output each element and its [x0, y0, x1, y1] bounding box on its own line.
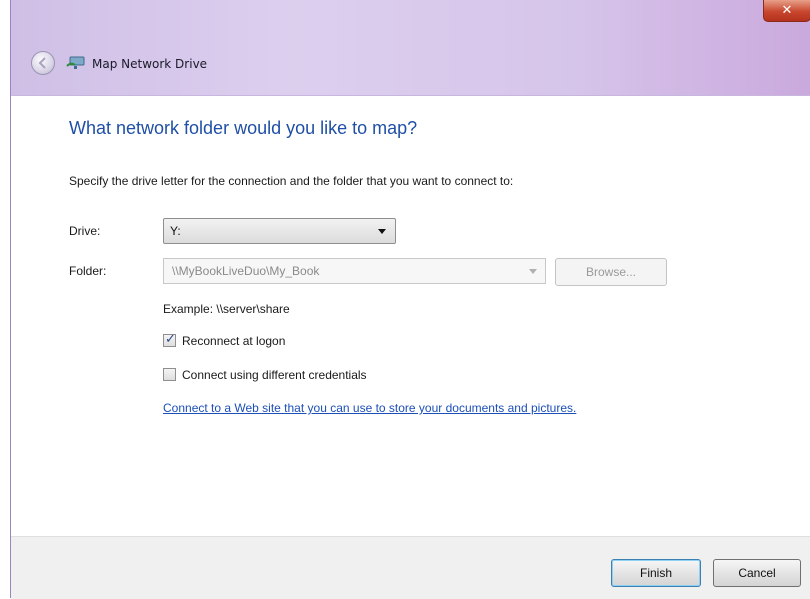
folder-label: Folder:	[69, 264, 107, 278]
folder-value: \\MyBookLiveDuo\My_Book	[172, 264, 320, 278]
drive-select-value: Y:	[170, 224, 181, 238]
close-icon: ✕	[781, 2, 793, 17]
example-text: Example: \\server\share	[163, 302, 290, 316]
checkmark-icon: ✓	[165, 331, 176, 346]
reconnect-label[interactable]: Reconnect at logon	[182, 334, 285, 348]
button-bar: Finish Cancel	[11, 536, 810, 599]
web-site-link[interactable]: Connect to a Web site that you can use t…	[163, 401, 576, 415]
instruction-text: Specify the drive letter for the connect…	[69, 174, 514, 188]
back-button[interactable]	[31, 51, 55, 75]
window-title: Map Network Drive	[92, 57, 208, 71]
credentials-checkbox[interactable]	[163, 368, 176, 381]
back-arrow-icon	[38, 57, 46, 69]
browse-button[interactable]: Browse...	[555, 258, 667, 286]
page-heading: What network folder would you like to ma…	[69, 118, 418, 138]
chevron-down-icon	[378, 229, 386, 234]
finish-button[interactable]: Finish	[611, 559, 701, 587]
chevron-down-icon	[529, 269, 537, 274]
title-bar: ✕ Map Network Drive	[11, 0, 810, 95]
reconnect-checkbox[interactable]: ✓	[163, 331, 176, 347]
credentials-label[interactable]: Connect using different credentials	[182, 368, 367, 382]
network-drive-icon	[66, 56, 85, 69]
drive-label: Drive:	[69, 224, 101, 238]
map-network-drive-window: ✕ Map Network Drive What network folder …	[10, 0, 810, 599]
dialog-content: What network folder would you like to ma…	[11, 96, 810, 536]
close-button[interactable]: ✕	[763, 0, 810, 22]
cancel-button[interactable]: Cancel	[713, 559, 801, 587]
folder-combobox[interactable]: \\MyBookLiveDuo\My_Book	[163, 258, 546, 284]
drive-select[interactable]: Y:	[163, 218, 396, 244]
